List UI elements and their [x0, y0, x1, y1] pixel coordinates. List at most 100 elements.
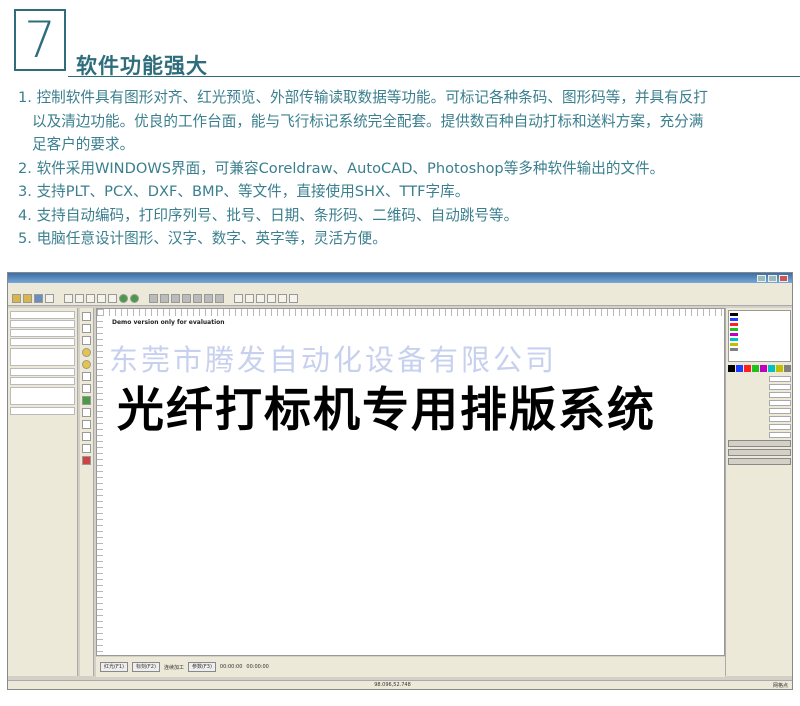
mirror-icon[interactable] — [193, 294, 202, 303]
property-block[interactable] — [10, 348, 75, 366]
mark-control-bar: 红光(F1) 标刻(F2) 连续加工 参数(F3) 00:00:00 00:00… — [96, 657, 725, 677]
zoom-all-icon[interactable] — [267, 294, 276, 303]
stop-icon[interactable] — [130, 294, 139, 303]
demo-notice: Demo version only for evaluation — [112, 319, 225, 326]
zoom-out-icon[interactable] — [245, 294, 254, 303]
drawing-toolbar — [80, 308, 94, 676]
window-controls[interactable] — [757, 274, 788, 282]
play-icon[interactable] — [119, 294, 128, 303]
rectangle-tool-icon[interactable] — [82, 372, 91, 381]
property-field[interactable] — [10, 320, 75, 328]
timer-tool-icon[interactable] — [82, 444, 91, 453]
section-number: 7 — [14, 9, 66, 71]
status-bar: 98.096,52.748 网格点 — [8, 680, 792, 689]
pen-row[interactable] — [730, 337, 789, 341]
pen-row[interactable] — [730, 327, 789, 331]
param-field[interactable] — [728, 407, 791, 414]
property-field[interactable] — [10, 407, 75, 415]
app-menubar[interactable] — [8, 283, 792, 292]
mark-button[interactable]: 标刻(F2) — [131, 662, 160, 672]
property-field[interactable] — [10, 377, 75, 385]
ellipse-tool-icon[interactable] — [82, 360, 91, 369]
feature-list: 1. 控制软件具有图形对齐、红光预览、外部传输读取数据等功能。可标记各种条码、图… — [18, 86, 788, 251]
total-time: 00:00:00 — [246, 664, 269, 670]
zoom-fit-icon[interactable] — [256, 294, 265, 303]
horizontal-ruler — [97, 309, 724, 316]
pen-row[interactable] — [730, 317, 789, 321]
feature-line: 以及清边功能。优良的工作台面，能与飞行标记系统完全配套。提供数百种自动打标和送料… — [32, 112, 704, 130]
param-field[interactable] — [728, 415, 791, 422]
print-icon[interactable] — [45, 294, 54, 303]
cut-icon[interactable] — [64, 294, 73, 303]
apply-button[interactable] — [728, 440, 791, 447]
pen-list[interactable] — [728, 310, 791, 362]
undo-icon[interactable] — [97, 294, 106, 303]
zoom-page-icon[interactable] — [278, 294, 287, 303]
text-tool-icon[interactable] — [82, 396, 91, 405]
vertical-ruler — [97, 309, 103, 655]
heading-divider — [68, 76, 800, 77]
copy-icon[interactable] — [75, 294, 84, 303]
param-field[interactable] — [728, 375, 791, 382]
select-tool-icon[interactable] — [82, 312, 91, 321]
io-tool-icon[interactable] — [82, 456, 91, 465]
pen-row[interactable] — [730, 312, 789, 316]
vector-tool-icon[interactable] — [82, 432, 91, 441]
pen-row[interactable] — [730, 322, 789, 326]
color-palette[interactable] — [728, 365, 791, 372]
zoom-select-icon[interactable] — [289, 294, 298, 303]
param-field[interactable] — [728, 383, 791, 390]
status-coordinates: 98.096,52.748 — [374, 682, 411, 688]
app-titlebar — [8, 273, 792, 283]
barcode-tool-icon[interactable] — [82, 408, 91, 417]
pen-tool-icon[interactable] — [82, 336, 91, 345]
group-icon[interactable] — [171, 294, 180, 303]
node-tool-icon[interactable] — [82, 324, 91, 333]
property-block[interactable] — [10, 387, 75, 405]
pen-row[interactable] — [730, 342, 789, 346]
property-field[interactable] — [10, 368, 75, 376]
pen-row[interactable] — [730, 347, 789, 351]
property-field[interactable] — [10, 338, 75, 346]
properties-icon[interactable] — [215, 294, 224, 303]
save-param-button[interactable] — [728, 458, 791, 465]
ungroup-icon[interactable] — [182, 294, 191, 303]
property-field[interactable] — [10, 329, 75, 337]
default-param-button[interactable] — [728, 449, 791, 456]
open-file-icon[interactable] — [23, 294, 32, 303]
continuous-checkbox[interactable]: 连续加工 — [164, 664, 184, 671]
canvas-main-text[interactable]: 光纤打标机专用排版系统 — [117, 371, 656, 440]
redo-icon[interactable] — [108, 294, 117, 303]
circle-tool-icon[interactable] — [82, 348, 91, 357]
feature-line: 5. 电脑任意设计图形、汉字、数字、英字等，灵活方便。 — [18, 230, 387, 247]
polygon-tool-icon[interactable] — [82, 384, 91, 393]
feature-line: 3. 支持PLT、PCX、DXF、BMP、等文件，直接使用SHX、TTF字库。 — [18, 183, 470, 200]
close-icon[interactable] — [779, 274, 788, 282]
maximize-icon[interactable] — [768, 274, 777, 282]
image-tool-icon[interactable] — [82, 420, 91, 429]
new-file-icon[interactable] — [12, 294, 21, 303]
feature-line: 2. 软件采用WINDOWS界面，可兼容Coreldraw、AutoCAD、Ph… — [18, 159, 665, 177]
red-light-button[interactable]: 红光(F1) — [100, 662, 128, 672]
elapsed-time: 00:00:00 — [219, 664, 243, 670]
property-field[interactable] — [10, 311, 75, 319]
zoom-in-icon[interactable] — [234, 294, 243, 303]
paste-icon[interactable] — [86, 294, 95, 303]
minimize-icon[interactable] — [757, 274, 766, 282]
pen-row[interactable] — [730, 332, 789, 336]
param-field[interactable] — [728, 399, 791, 406]
feature-line: 足客户的要求。 — [32, 136, 135, 153]
param-field[interactable] — [728, 391, 791, 398]
rotate-icon[interactable] — [204, 294, 213, 303]
design-canvas[interactable]: Demo version only for evaluation 东莞市腾发自动… — [96, 308, 725, 656]
param-field[interactable] — [728, 431, 791, 438]
object-properties-panel — [8, 308, 78, 676]
feature-line: 1. 控制软件具有图形对齐、红光预览、外部传输读取数据等功能。可标记各种条码、图… — [18, 89, 708, 106]
app-toolbar[interactable] — [8, 292, 792, 306]
save-icon[interactable] — [34, 294, 43, 303]
param-field[interactable] — [728, 423, 791, 430]
align-icon[interactable] — [160, 294, 169, 303]
param-button[interactable]: 参数(F3) — [187, 662, 216, 672]
mark-parameters-panel — [725, 308, 792, 676]
grid-icon[interactable] — [149, 294, 158, 303]
